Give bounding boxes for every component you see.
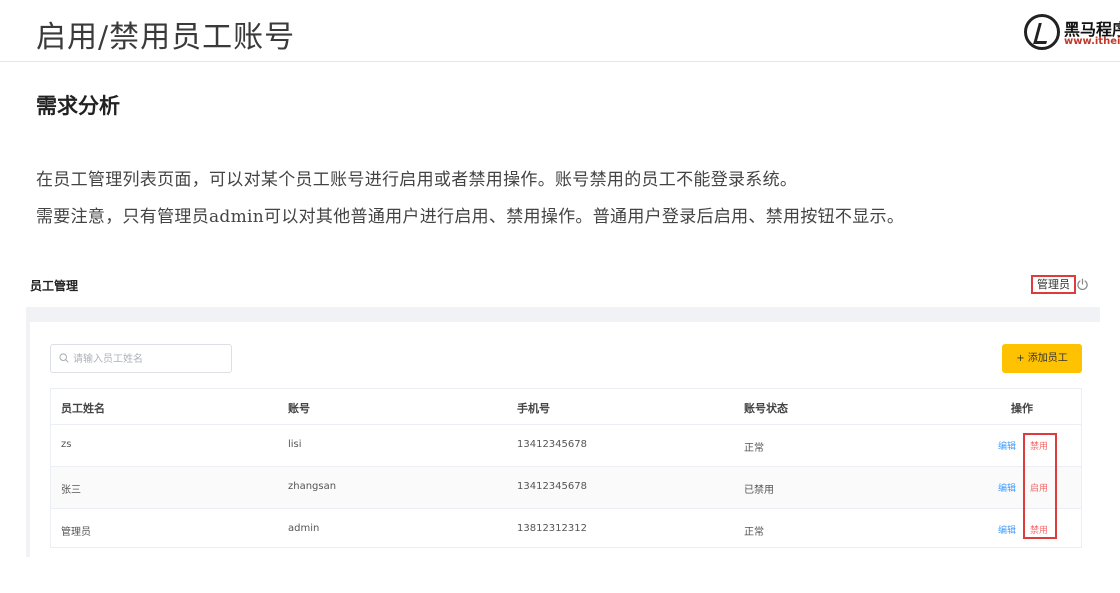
edit-link[interactable]: 编辑	[998, 439, 1016, 452]
description-paragraph: 在员工管理列表页面，可以对某个员工账号进行启用或者禁用操作。账号禁用的员工不能登…	[36, 170, 798, 190]
slide-title: 启用/禁用员工账号	[36, 20, 296, 55]
note-paragraph: 需要注意，只有管理员admin可以对其他普通用户进行启用、禁用操作。普通用户登录…	[36, 207, 905, 227]
search-icon	[59, 353, 69, 363]
add-employee-button[interactable]: + 添加员工	[1002, 344, 1082, 373]
section-heading: 需求分析	[36, 93, 120, 118]
page-title: 员工管理	[30, 279, 79, 293]
title-divider	[0, 61, 1120, 62]
horse-logo-icon	[1024, 14, 1060, 50]
current-user-label[interactable]: 管理员	[1031, 275, 1076, 294]
brand-logo: 黑马程序员 www.itheima.com	[1024, 12, 1120, 52]
employee-name: 张三	[61, 485, 81, 496]
column-header-account: 账号	[288, 402, 310, 415]
employee-phone: 13412345678	[517, 439, 587, 450]
table-row: zs lisi 13412345678 正常 编辑 禁用	[51, 425, 1081, 467]
employee-account: zhangsan	[288, 481, 337, 492]
column-header-name: 员工姓名	[61, 402, 105, 415]
account-status: 已禁用	[744, 485, 774, 496]
employee-account: admin	[288, 523, 320, 534]
table-header: 员工姓名 账号 手机号 账号状态 操作	[51, 389, 1081, 425]
edit-link[interactable]: 编辑	[998, 523, 1016, 536]
table-row: 管理员 admin 13812312312 正常 编辑 禁用	[51, 509, 1081, 551]
employee-account: lisi	[288, 439, 302, 450]
employee-name: 管理员	[61, 527, 91, 538]
employee-phone: 13412345678	[517, 481, 587, 492]
search-box[interactable]	[50, 344, 232, 373]
account-status: 正常	[744, 527, 764, 538]
employee-table: 员工姓名 账号 手机号 账号状态 操作 zs lisi 13412345678 …	[50, 388, 1082, 548]
column-header-status: 账号状态	[744, 402, 788, 415]
logo-url: www.itheima.com	[1064, 36, 1120, 47]
edit-link[interactable]: 编辑	[998, 481, 1016, 494]
account-status: 正常	[744, 443, 764, 454]
employee-name: zs	[61, 439, 72, 450]
table-row: 张三 zhangsan 13412345678 已禁用 编辑 启用	[51, 467, 1081, 509]
employee-phone: 13812312312	[517, 523, 587, 534]
column-header-actions: 操作	[1011, 402, 1033, 415]
column-header-phone: 手机号	[517, 402, 550, 415]
toggle-actions-highlight	[1023, 433, 1057, 539]
search-input[interactable]	[73, 349, 228, 369]
power-icon[interactable]	[1076, 278, 1089, 291]
